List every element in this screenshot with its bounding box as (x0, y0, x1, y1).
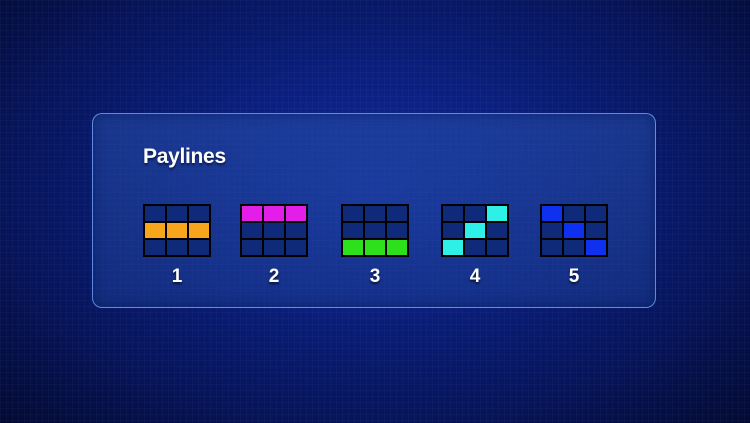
payline-cell-active (264, 206, 284, 221)
payline-cell (264, 223, 284, 238)
payline-cell-active (365, 240, 385, 255)
payline-cell (586, 206, 606, 221)
payline-grid (240, 204, 308, 257)
payline-grid (540, 204, 608, 257)
payline-4: 4 (441, 204, 509, 288)
payline-cell (542, 223, 562, 238)
payline-grid (441, 204, 509, 257)
payline-cell (167, 240, 187, 255)
payline-cell-active (286, 206, 306, 221)
payline-cell-active (145, 223, 165, 238)
payline-cell (542, 240, 562, 255)
payline-cell (189, 206, 209, 221)
payline-cell (365, 206, 385, 221)
payline-grid (143, 204, 211, 257)
payline-cell (286, 240, 306, 255)
payline-cell (286, 223, 306, 238)
payline-number: 5 (568, 266, 580, 287)
payline-cell (443, 206, 463, 221)
payline-cell (343, 223, 363, 238)
payline-cell (145, 240, 165, 255)
payline-number: 1 (171, 266, 183, 287)
payline-cell (264, 240, 284, 255)
payline-cell-active (487, 206, 507, 221)
payline-grid (341, 204, 409, 257)
payline-cell (145, 206, 165, 221)
payline-cell (242, 223, 262, 238)
payline-cell (365, 223, 385, 238)
payline-number: 4 (469, 266, 481, 287)
payline-cell (487, 223, 507, 238)
payline-5: 5 (540, 204, 608, 288)
payline-cell-active (465, 223, 485, 238)
payline-cell-active (542, 206, 562, 221)
payline-1: 1 (143, 204, 211, 288)
payline-cell (387, 206, 407, 221)
payline-cell (465, 206, 485, 221)
payline-cell (586, 223, 606, 238)
payline-cell (465, 240, 485, 255)
payline-cell-active (242, 206, 262, 221)
payline-cell (343, 206, 363, 221)
payline-cell-active (586, 240, 606, 255)
payline-cell-active (564, 223, 584, 238)
payline-cell (387, 223, 407, 238)
payline-2: 2 (240, 204, 308, 288)
payline-cell-active (443, 240, 463, 255)
payline-cell (443, 223, 463, 238)
paylines-panel: Paylines 1 2 3 4 5 (92, 113, 656, 308)
payline-number: 2 (268, 266, 280, 287)
panel-title: Paylines (143, 145, 226, 168)
payline-cell-active (189, 223, 209, 238)
payline-cell-active (387, 240, 407, 255)
payline-cell (189, 240, 209, 255)
payline-cell (242, 240, 262, 255)
payline-3: 3 (341, 204, 409, 288)
payline-cell-active (343, 240, 363, 255)
payline-cell (564, 206, 584, 221)
payline-number: 3 (369, 266, 381, 287)
payline-cell (564, 240, 584, 255)
payline-cell (167, 206, 187, 221)
payline-cell-active (167, 223, 187, 238)
payline-cell (487, 240, 507, 255)
